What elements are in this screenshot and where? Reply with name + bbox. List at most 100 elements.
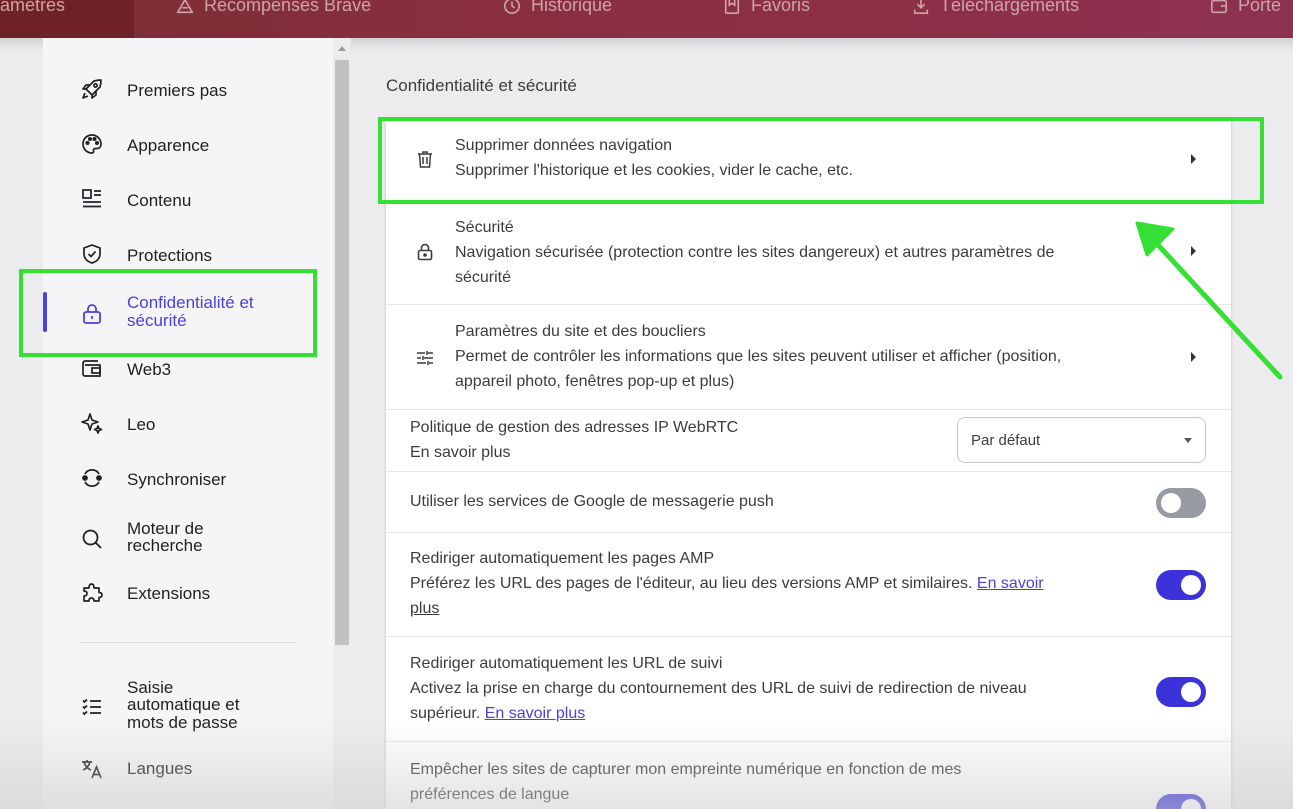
sidebar-item-label: Protections	[127, 246, 213, 265]
row-subtitle: Permet de contrôler les informations que…	[455, 348, 1062, 365]
tab-brave-rewards[interactable]: Récompenses Brave	[176, 0, 371, 38]
list-icon	[79, 694, 105, 720]
row-language-fingerprint: Empêcher les sites de capturer mon empre…	[386, 741, 1231, 809]
amp-toggle[interactable]	[1156, 570, 1206, 600]
tab-downloads[interactable]: Téléchargements	[912, 0, 1079, 38]
row-security[interactable]: Sécurité Navigation sécurisée (protectio…	[386, 200, 1231, 304]
toggle-knob	[1181, 799, 1201, 809]
clock-icon	[503, 0, 521, 15]
sidebar-divider	[80, 642, 296, 643]
privacy-settings-card: Supprimer données navigation Supprimer l…	[386, 118, 1231, 809]
sidebar-scrollbar[interactable]	[333, 38, 351, 809]
scroll-up-arrow[interactable]	[338, 46, 346, 51]
shield-icon	[79, 241, 105, 267]
sidebar-item-label: Leo	[127, 415, 156, 434]
row-subtitle-text: Préférez les URL des pages de l'éditeur,…	[410, 575, 973, 592]
bookmark-icon	[724, 0, 740, 15]
row-title: préférences de langue	[410, 786, 570, 803]
sidebar-item-autofill-passwords[interactable]: Saisie automatique et mots de passe	[43, 675, 333, 737]
sidebar-item-protections[interactable]: Protections	[43, 241, 333, 267]
learn-more-link[interactable]: En savoir	[977, 575, 1044, 592]
row-title: Paramètres du site et des boucliers	[455, 323, 706, 340]
content-icon	[79, 186, 105, 212]
sidebar-item-label: Contenu	[127, 191, 192, 210]
sidebar-item-web3[interactable]: Web3	[43, 355, 333, 381]
row-subtitle: Navigation sécurisée (protection contre …	[455, 244, 1055, 261]
tracking-toggle[interactable]	[1156, 677, 1206, 707]
browser-tab-strip: ramètres Récompenses Brave Historique Fa…	[0, 0, 1293, 38]
sidebar-item-label: recherche	[127, 536, 203, 555]
tab-history[interactable]: Historique	[503, 0, 612, 38]
row-title: Rediriger automatiquement les pages AMP	[410, 550, 715, 567]
row-site-shields-settings[interactable]: Paramètres du site et des boucliers Perm…	[386, 304, 1231, 409]
sidebar-item-label: automatique et	[127, 695, 240, 714]
settings-sidebar: Premiers pas Apparence Contenu Protectio…	[43, 38, 333, 809]
sidebar-item-getting-started[interactable]: Premiers pas	[43, 76, 333, 102]
puzzle-icon	[79, 579, 105, 605]
sidebar-item-label: Saisie	[127, 678, 174, 697]
row-subtitle: Préférez les URL des pages de l'éditeur,…	[410, 571, 1044, 596]
sidebar-item-leo[interactable]: Leo	[43, 410, 333, 436]
sliders-icon	[414, 347, 436, 369]
annotation-arrow-icon	[1135, 221, 1283, 380]
rocket-icon	[79, 76, 105, 102]
select-value: Par défaut	[971, 432, 1041, 449]
row-title: Politique de gestion des adresses IP Web…	[410, 419, 739, 436]
row-subtitle: Activez la prise en charge du contournem…	[410, 680, 1027, 697]
scrollbar-thumb[interactable]	[335, 60, 349, 645]
sidebar-item-appearance[interactable]: Apparence	[43, 131, 333, 157]
tab-label: Téléchargements	[940, 0, 1080, 15]
sidebar-item-languages[interactable]: Langues	[43, 756, 333, 782]
row-tracking-url-redirect: Rediriger automatiquement les URL de sui…	[386, 636, 1231, 741]
sidebar-item-extensions[interactable]: Extensions	[43, 579, 333, 605]
sidebar-item-label: Apparence	[127, 136, 210, 155]
row-title: Rediriger automatiquement les URL de sui…	[410, 655, 723, 672]
tab-label: ramètres	[0, 0, 66, 15]
row-title: Empêcher les sites de capturer mon empre…	[410, 761, 962, 778]
sidebar-item-label: mots de passe	[127, 713, 238, 732]
tab-label: Favoris	[751, 0, 811, 15]
tab-label: Porte	[1238, 0, 1282, 15]
learn-more-link[interactable]: En savoir plus	[410, 440, 511, 465]
chevron-down-icon	[1184, 438, 1192, 443]
search-icon	[79, 526, 105, 552]
toggle-knob	[1161, 493, 1181, 513]
wallet-icon	[1210, 0, 1228, 14]
row-subtitle: supérieur. En savoir plus	[410, 701, 585, 726]
download-icon	[913, 0, 929, 15]
triangle-icon	[176, 0, 194, 14]
tab-wallet[interactable]: Porte	[1210, 0, 1281, 38]
tab-settings-label[interactable]: ramètres	[0, 0, 65, 38]
push-toggle[interactable]	[1156, 488, 1206, 518]
sidebar-item-sync[interactable]: Synchroniser	[43, 465, 333, 491]
lock-icon	[414, 241, 436, 263]
sidebar-item-label: Extensions	[127, 584, 211, 603]
row-amp-redirect: Rediriger automatiquement les pages AMP …	[386, 532, 1231, 636]
sync-icon	[79, 465, 105, 491]
toggle-knob	[1181, 575, 1201, 595]
highlight-box-clear-data	[378, 117, 1264, 204]
sidebar-item-label: Moteur de	[127, 519, 204, 538]
tab-bookmarks[interactable]: Favoris	[723, 0, 810, 38]
toggle-knob	[1181, 682, 1201, 702]
palette-icon	[79, 131, 105, 157]
page-title: Confidentialité et sécurité	[386, 76, 577, 95]
row-title: Utiliser les services de Google de messa…	[410, 493, 774, 510]
row-subtitle-text: supérieur.	[410, 705, 481, 722]
sidebar-item-label: Synchroniser	[127, 470, 227, 489]
sidebar-item-label: Premiers pas	[127, 81, 228, 100]
translate-icon	[79, 756, 105, 782]
row-google-push: Utiliser les services de Google de messa…	[386, 471, 1231, 532]
webrtc-policy-select[interactable]: Par défaut	[957, 417, 1206, 463]
sparkle-icon	[79, 410, 105, 436]
sidebar-item-label: Web3	[127, 360, 172, 379]
learn-more-link[interactable]: plus	[410, 596, 439, 621]
row-subtitle: sécurité	[455, 269, 512, 286]
learn-more-link[interactable]: En savoir plus	[485, 705, 586, 722]
sidebar-item-content[interactable]: Contenu	[43, 186, 333, 212]
fingerprint-toggle[interactable]	[1156, 794, 1206, 809]
wallet-icon	[79, 355, 105, 381]
tab-label: Récompenses Brave	[204, 0, 372, 15]
row-subtitle: appareil photo, fenêtres pop-up et plus)	[455, 373, 735, 390]
sidebar-item-search-engine[interactable]: Moteur de recherche	[43, 516, 333, 560]
